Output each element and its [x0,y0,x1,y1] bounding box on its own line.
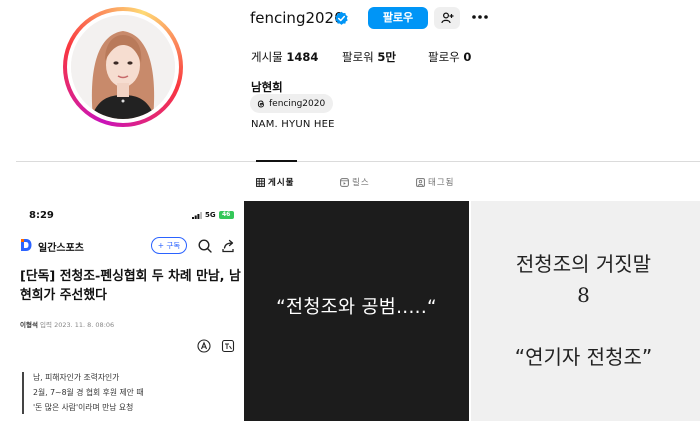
signal-icon [192,211,202,219]
follow-button[interactable]: 팔로우 [368,7,428,29]
suggested-users-button[interactable] [434,7,460,29]
news-quote: 남, 피해자인가 조력자인가 2월, 7~8월 경 협회 후원 제안 때 '돈 … [33,370,144,415]
threads-icon [257,100,264,107]
stat-followers[interactable]: 팔로워 5만 [342,49,396,65]
profile-display-name: 남현희 [251,80,283,94]
news-quote-line: 2월, 7~8월 경 협회 후원 제안 때 [33,388,144,397]
post-light-text-card[interactable]: 전청조의 거짓말 8 “연기자 전청조” [471,201,700,421]
news-date-label: 입력 [40,321,52,329]
subscribe-button: + 구독 [151,237,187,254]
avatar-photo [71,15,175,119]
more-dots-icon [472,15,488,19]
post-light-line2: 8 [577,283,590,307]
tabs-divider [16,161,700,162]
stat-following-value: 0 [463,50,472,64]
avatar-inner [67,11,179,123]
post-light-line1: 전청조의 거짓말 [515,252,652,276]
stat-posts: 게시물 1484 [251,49,318,65]
tab-reels[interactable]: 릴스 [340,176,370,188]
more-options-button[interactable] [470,8,490,26]
news-author: 이형석 [20,321,38,329]
translate-icon [221,339,235,353]
stat-followers-value: 5만 [377,50,396,64]
phone-status-indicators: 5G 46 [192,211,234,219]
tab-posts[interactable]: 게시물 [256,176,294,188]
share-icon [222,239,234,253]
stat-posts-value: 1484 [286,50,319,64]
tab-tagged[interactable]: 태그됨 [416,176,454,188]
battery-icon: 46 [218,211,234,219]
grid-icon [256,177,265,187]
add-user-icon [440,12,453,24]
profile-bio: NAM. HYUN HEE [251,119,335,130]
tab-posts-label: 게시물 [268,178,295,188]
news-meta: 이형석 입력 2023. 11. 8. 08:06 [20,319,114,329]
network-type: 5G [205,211,216,219]
stat-following[interactable]: 팔로우 0 [428,49,471,65]
post-dark-text: “전청조와 공범.....“ [276,297,437,318]
post-light-line3: “연기자 전청조” [514,345,653,369]
post-dark-text-card[interactable]: “전청조와 공범.....“ [244,201,469,421]
verified-badge-icon [335,11,348,25]
news-quote-line: '돈 많은 사람'이라며 만남 요청 [33,403,134,412]
profile-avatar[interactable] [63,7,183,127]
stat-following-label: 팔로우 [428,50,460,64]
brand-logo-icon [21,239,32,251]
news-brand-name: 일간스포츠 [38,243,84,254]
post-news-screenshot[interactable]: 8:29 5G 46 일간스포츠 + 구독 [단독] 전청조-펜싱협회 두 차례… [16,201,244,426]
stat-followers-label: 팔로워 [342,50,374,64]
news-quote-line: 남, 피해자인가 조력자인가 [33,373,120,382]
font-size-icon [197,339,211,353]
quote-bar [22,372,24,414]
search-icon [198,239,212,253]
news-headline: [단독] 전청조-펜싱협회 두 차례 만남, 남현희가 주선했다 [20,269,241,303]
phone-status-time: 8:29 [29,210,54,221]
tab-reels-label: 릴스 [352,178,370,188]
avatar-portrait-illustration [71,15,175,119]
reels-icon [340,177,349,187]
threads-handle: fencing2020 [269,98,326,109]
profile-username: fencing2020 [250,9,344,27]
stat-posts-label: 게시물 [251,50,283,64]
news-date: 2023. 11. 8. 08:06 [54,321,115,329]
active-tab-indicator [256,160,297,162]
tab-tagged-label: 태그됨 [428,178,455,188]
tagged-icon [416,177,425,187]
threads-link[interactable]: fencing2020 [250,94,334,113]
